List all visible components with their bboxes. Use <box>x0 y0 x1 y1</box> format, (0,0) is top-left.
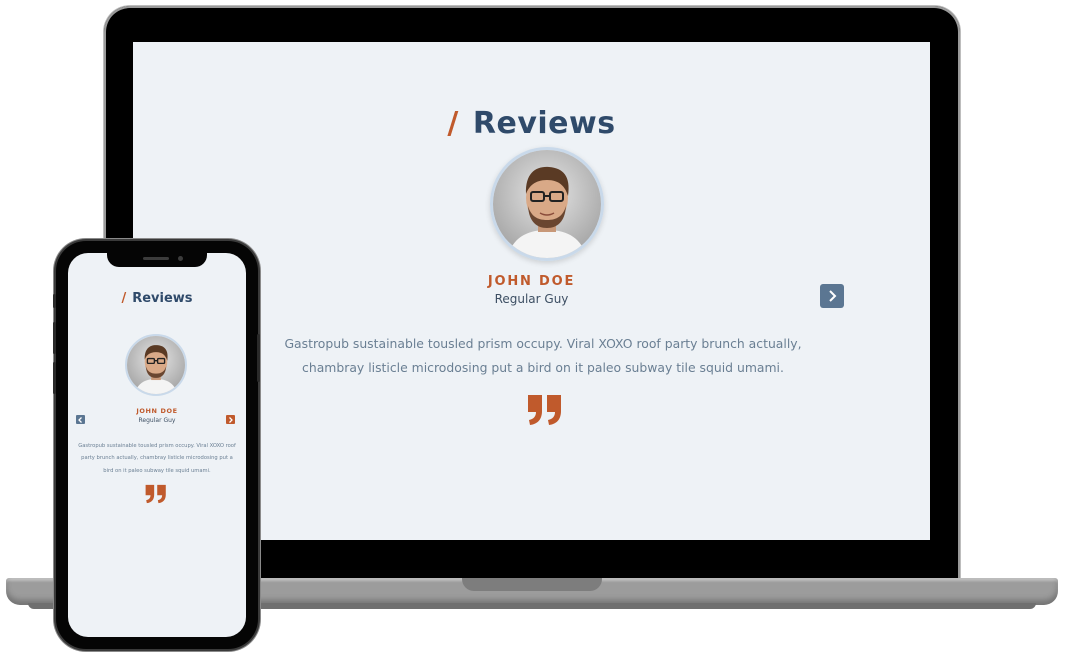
phone-speaker <box>143 257 169 260</box>
review-text: Gastropub sustainable tousled prism occu… <box>284 336 802 375</box>
phone-mute-switch <box>53 294 56 308</box>
phone-volume-up <box>53 322 56 354</box>
phone-notch <box>107 253 207 267</box>
avatar <box>125 334 187 396</box>
phone-camera <box>178 256 183 261</box>
phone-power-button <box>257 334 260 382</box>
phone-screen: / Reviews JOHN DOE Regular Guy Gastropub … <box>68 253 246 637</box>
avatar-photo <box>493 150 601 258</box>
review-text: Gastropub sustainable tousled prism occu… <box>78 443 236 474</box>
laptop-notch <box>462 578 602 591</box>
quote-icon <box>145 484 166 504</box>
next-button[interactable] <box>226 415 235 424</box>
title-slash: / <box>121 291 127 306</box>
chevron-left-icon <box>78 416 82 423</box>
prev-button[interactable] <box>76 415 85 424</box>
reviewer-role: Regular Guy <box>138 417 176 424</box>
phone-volume-down <box>53 362 56 394</box>
chevron-right-icon <box>229 416 233 423</box>
title-text: Reviews <box>472 106 616 141</box>
section-title: / Reviews <box>68 291 246 306</box>
chevron-right-icon <box>829 290 837 302</box>
section-title: / Reviews <box>133 106 930 141</box>
next-button[interactable] <box>820 284 844 308</box>
avatar <box>490 147 604 261</box>
avatar-photo <box>127 336 185 394</box>
title-slash: / <box>447 106 459 141</box>
quote-icon <box>528 395 561 425</box>
reviewer-name: JOHN DOE <box>136 407 178 415</box>
title-text: Reviews <box>132 291 193 306</box>
